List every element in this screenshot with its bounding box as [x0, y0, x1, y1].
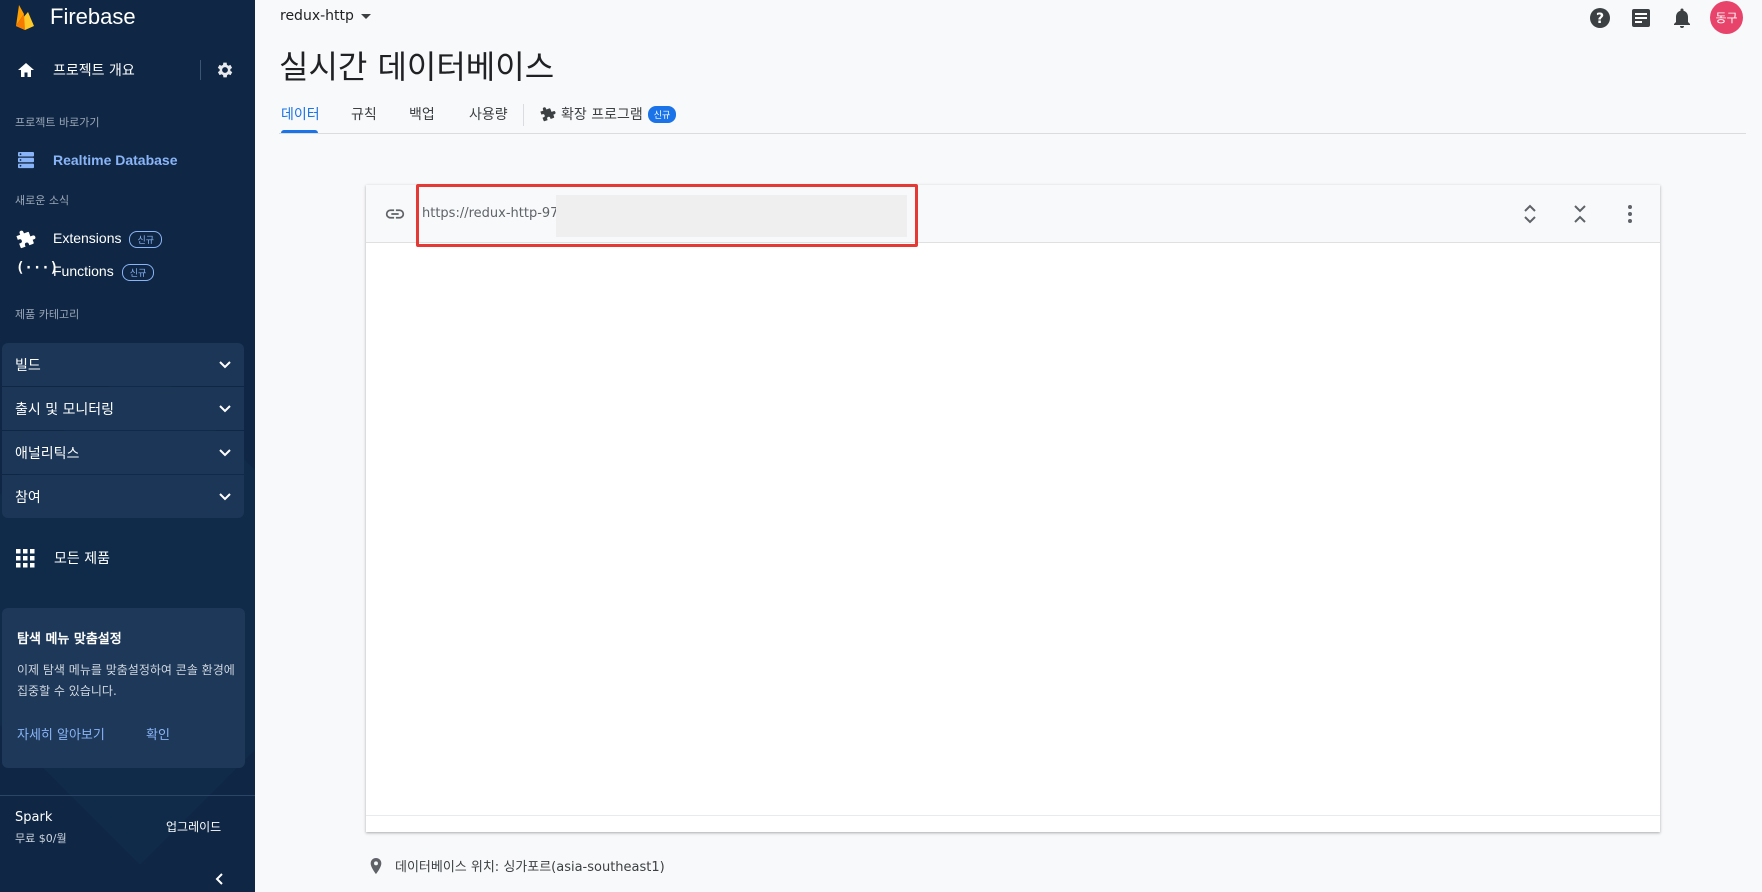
collapse-sidebar-icon[interactable]	[213, 872, 227, 886]
all-products-label: 모든 제품	[54, 551, 110, 567]
project-overview-item[interactable]: 프로젝트 개요	[0, 52, 255, 88]
learn-more-link[interactable]: 자세히 알아보기	[17, 724, 105, 743]
firebase-brand[interactable]: Firebase	[14, 0, 136, 34]
new-badge: 신규	[129, 231, 163, 248]
category-build[interactable]: 빌드	[2, 343, 244, 386]
customize-nav-card: 탐색 메뉴 맞춤설정 이제 탐색 메뉴를 맞춤설정하여 콘솔 환경에 집중할 수…	[2, 608, 245, 768]
sidebar-item-extensions[interactable]: Extensions 신규	[0, 224, 255, 254]
card-body: 이제 탐색 메뉴를 맞춤설정하여 콘솔 환경에 집중할 수 있습니다.	[17, 663, 235, 698]
plan-divider	[0, 795, 255, 796]
all-products-item[interactable]: 모든 제품	[0, 545, 255, 571]
tab-rules[interactable]: 규칙	[351, 104, 377, 124]
category-label: 참여	[15, 489, 41, 506]
database-viewer: https://redux-http-97(	[366, 184, 1660, 832]
sidebar: Firebase 프로젝트 개요 프로젝트 바로가기 Realtime Data…	[0, 0, 255, 892]
category-label: 출시 및 모니터링	[15, 401, 115, 418]
active-tab-indicator	[281, 130, 318, 133]
database-location: 데이터베이스 위치: 싱가포르(asia-southeast1)	[369, 856, 665, 875]
chevron-down-icon	[219, 361, 231, 369]
chevron-down-icon	[219, 493, 231, 501]
confirm-link[interactable]: 확인	[146, 724, 170, 743]
firebase-logo-icon	[16, 5, 34, 30]
home-icon	[18, 63, 34, 77]
product-category-label: 제품 카테고리	[15, 308, 80, 321]
tab-divider	[523, 104, 524, 126]
more-vert-icon[interactable]	[1618, 202, 1642, 226]
category-analytics[interactable]: 애널리틱스	[2, 431, 244, 474]
collapse-all-icon[interactable]	[1568, 202, 1592, 226]
gear-icon[interactable]	[215, 60, 235, 80]
apps-grid-icon	[16, 549, 35, 568]
category-release-monitor[interactable]: 출시 및 모니터링	[2, 387, 244, 430]
project-selector[interactable]: redux-http	[280, 8, 371, 24]
location-text: 데이터베이스 위치: 싱가포르(asia-southeast1)	[395, 860, 665, 875]
expand-all-icon[interactable]	[1518, 202, 1542, 226]
puzzle-icon	[540, 107, 556, 122]
link-icon[interactable]	[384, 203, 406, 225]
location-pin-icon	[370, 857, 382, 874]
sidebar-item-realtime-database[interactable]: Realtime Database	[0, 145, 255, 175]
category-engage[interactable]: 참여	[2, 475, 244, 518]
upgrade-button[interactable]: 업그레이드	[166, 818, 221, 835]
tab-usage[interactable]: 사용량	[469, 104, 508, 124]
database-toolbar: https://redux-http-97(	[366, 184, 1660, 247]
user-avatar[interactable]: 동구	[1710, 1, 1743, 34]
news-section-label: 새로운 소식	[15, 194, 70, 207]
tab-backups[interactable]: 백업	[409, 104, 435, 124]
shortcuts-section-label: 프로젝트 바로가기	[15, 116, 100, 129]
svg-text:?: ?	[1596, 11, 1604, 27]
chevron-down-icon	[219, 449, 231, 457]
realtime-database-label: Realtime Database	[53, 152, 178, 168]
extensions-tab-label: 확장 프로그램	[561, 107, 643, 123]
new-badge: 신규	[647, 105, 677, 123]
card-title: 탐색 메뉴 맞춤설정	[17, 632, 122, 647]
tab-bar: 데이터 규칙 백업 사용량 확장 프로그램 신규	[279, 100, 1746, 134]
plan-price: 무료 $0/월	[15, 832, 67, 845]
functions-icon: (···)	[16, 260, 59, 276]
functions-label: Functions 신규	[53, 263, 155, 281]
tab-extensions[interactable]: 확장 프로그램 신규	[540, 104, 677, 124]
extensions-label: Extensions 신규	[53, 230, 163, 248]
tab-data[interactable]: 데이터	[281, 104, 320, 124]
plan-name: Spark	[15, 810, 53, 825]
page-title: 실시간 데이터베이스	[279, 48, 555, 86]
puzzle-icon	[16, 230, 36, 249]
category-label: 빌드	[15, 357, 41, 374]
brand-name: Firebase	[50, 4, 136, 29]
sidebar-item-functions[interactable]: (···) Functions 신규	[0, 257, 255, 287]
project-name: redux-http	[280, 8, 354, 24]
category-label: 애널리틱스	[15, 445, 80, 462]
caret-down-icon	[360, 13, 371, 19]
new-badge: 신규	[121, 264, 155, 281]
project-overview-label: 프로젝트 개요	[53, 63, 135, 79]
panel-bottom-divider	[366, 815, 1660, 816]
release-notes-icon[interactable]	[1629, 6, 1653, 30]
chevron-down-icon	[219, 405, 231, 413]
database-icon	[18, 152, 34, 169]
url-highlight-box	[416, 184, 918, 247]
overview-divider	[200, 60, 201, 80]
help-icon[interactable]: ?	[1588, 6, 1612, 30]
notifications-bell-icon[interactable]	[1670, 6, 1694, 30]
